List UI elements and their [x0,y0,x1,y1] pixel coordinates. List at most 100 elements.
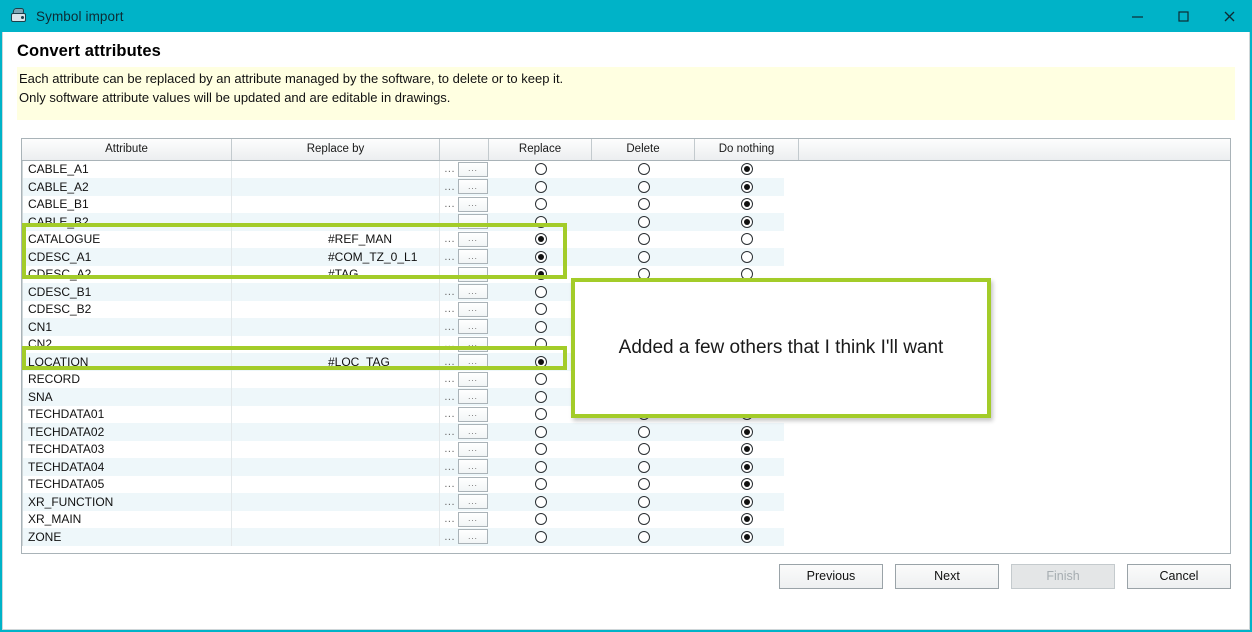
radio-delete[interactable] [637,460,650,473]
radio-replace[interactable] [534,425,547,438]
cell-replace-radio[interactable] [489,511,592,529]
radio-replace[interactable] [534,250,547,263]
radio-replace[interactable] [534,408,547,421]
cell-replace-radio[interactable] [489,441,592,459]
radio-replace[interactable] [534,233,547,246]
cell-delete-radio[interactable] [592,493,695,511]
radio-delete[interactable] [637,513,650,526]
cell-do-nothing-radio[interactable] [695,178,799,196]
table-row[interactable]: CABLE_A2...... [22,178,1230,196]
radio-delete[interactable] [637,530,650,543]
radio-replace[interactable] [534,180,547,193]
radio-replace[interactable] [534,355,547,368]
cell-replace-radio[interactable] [489,476,592,494]
cell-replace-by[interactable] [232,440,440,459]
browse-button[interactable]: ... [458,371,488,387]
radio-do-nothing[interactable] [741,198,753,211]
cell-replace-by[interactable] [232,300,440,319]
cell-replace-by[interactable] [232,195,440,214]
cell-replace-radio[interactable] [489,231,592,249]
cell-replace-by[interactable] [232,283,440,301]
radio-do-nothing[interactable] [741,233,753,246]
radio-replace[interactable] [534,215,547,228]
radio-delete[interactable] [637,495,650,508]
browse-button[interactable]: ... [458,249,488,265]
cell-do-nothing-radio[interactable] [695,423,799,441]
cell-delete-radio[interactable] [592,423,695,441]
browse-button[interactable]: ... [458,231,488,247]
cell-do-nothing-radio[interactable] [695,511,799,529]
radio-replace[interactable] [534,513,547,526]
browse-button[interactable]: ... [458,406,488,422]
column-header-replace[interactable]: Replace [489,138,592,160]
table-row[interactable]: CABLE_A1...... [22,160,1230,179]
radio-replace[interactable] [534,373,547,386]
table-row[interactable]: ZONE...... [22,528,1230,546]
radio-replace[interactable] [534,320,547,333]
browse-button[interactable]: ... [458,301,488,317]
cell-delete-radio[interactable] [592,213,695,231]
cell-delete-radio[interactable] [592,161,695,179]
cell-delete-radio[interactable] [592,178,695,196]
browse-button[interactable]: ... [458,529,488,545]
radio-delete[interactable] [637,425,650,438]
radio-replace[interactable] [534,268,547,281]
cell-replace-by[interactable] [232,528,440,546]
browse-button[interactable]: ... [458,354,488,370]
cell-replace-by[interactable] [232,458,440,476]
radio-delete[interactable] [637,233,650,246]
browse-button[interactable]: ... [458,179,488,195]
table-row[interactable]: XR_MAIN...... [22,510,1230,529]
cell-replace-by[interactable] [232,405,440,424]
cell-replace-by[interactable]: #COM_TZ_0_L1 [232,248,440,266]
column-header-attribute[interactable]: Attribute [22,138,232,160]
cell-delete-radio[interactable] [592,231,695,249]
radio-do-nothing[interactable] [741,250,753,263]
cell-replace-by[interactable]: #REF_MAN [232,230,440,249]
radio-do-nothing[interactable] [741,530,753,543]
minimize-icon[interactable] [1114,0,1160,32]
column-header-replace-by[interactable]: Replace by [232,138,440,160]
column-header-delete[interactable]: Delete [592,138,695,160]
cell-replace-by[interactable] [232,370,440,389]
radio-replace[interactable] [534,530,547,543]
cell-replace-by[interactable]: #LOC_TAG [232,353,440,371]
table-row[interactable]: TECHDATA02...... [22,423,1230,441]
browse-button[interactable]: ... [458,319,488,335]
cell-delete-radio[interactable] [592,196,695,214]
browse-button[interactable]: ... [458,284,488,300]
cell-replace-radio[interactable] [489,161,592,179]
radio-do-nothing[interactable] [741,495,753,508]
cell-replace-by[interactable] [232,510,440,529]
browse-button[interactable]: ... [458,266,488,282]
cell-replace-by[interactable] [232,160,440,179]
table-row[interactable]: CDESC_A1 #COM_TZ_0_L1...... [22,248,1230,266]
browse-button[interactable]: ... [458,424,488,440]
table-row[interactable]: TECHDATA04...... [22,458,1230,476]
cell-replace-by[interactable] [232,335,440,354]
cell-do-nothing-radio[interactable] [695,528,799,546]
cell-delete-radio[interactable] [592,511,695,529]
table-row[interactable]: CABLE_B2...... [22,213,1230,231]
cell-do-nothing-radio[interactable] [695,441,799,459]
radio-do-nothing[interactable] [741,163,753,176]
radio-delete[interactable] [637,215,650,228]
browse-button[interactable]: ... [458,441,488,457]
cell-replace-radio[interactable] [489,458,592,476]
radio-replace[interactable] [534,198,547,211]
radio-delete[interactable] [637,180,650,193]
radio-replace[interactable] [534,338,547,351]
cell-replace-radio[interactable] [489,178,592,196]
maximize-icon[interactable] [1160,0,1206,32]
radio-replace[interactable] [534,303,547,316]
cell-replace-by[interactable] [232,178,440,196]
table-row[interactable]: XR_FUNCTION...... [22,493,1230,511]
cell-do-nothing-radio[interactable] [695,231,799,249]
radio-do-nothing[interactable] [741,425,753,438]
radio-replace[interactable] [534,478,547,491]
cell-do-nothing-radio[interactable] [695,458,799,476]
cell-delete-radio[interactable] [592,528,695,546]
cell-replace-radio[interactable] [489,213,592,231]
table-row[interactable]: TECHDATA03...... [22,440,1230,459]
radio-delete[interactable] [637,250,650,263]
